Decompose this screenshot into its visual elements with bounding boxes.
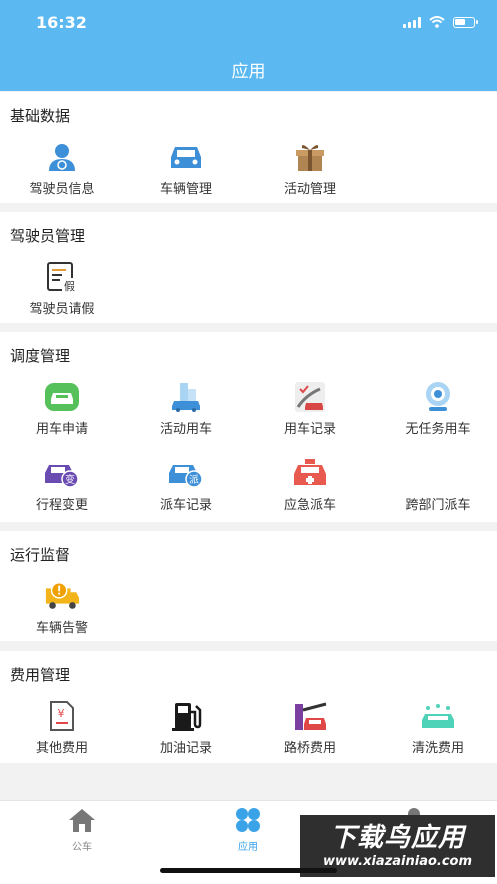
watermark-url: www.xiazainiao.com (322, 854, 473, 869)
app-cross-department[interactable]: 跨部门派车 (376, 456, 497, 513)
app-no-task-car[interactable]: 无任务用车 (376, 380, 497, 437)
watermark-title: 下载鸟应用 (329, 823, 465, 853)
app-dispatch-record[interactable]: 派 派车记录 (124, 456, 248, 513)
section-expense-management: 费用管理 ¥ 其他费用 加油记录 路桥费用 清洗费用 (0, 651, 497, 763)
app-activity-management[interactable]: 活动管理 (248, 140, 372, 197)
tab-bus[interactable]: 公车 (42, 807, 122, 853)
fee-badge: ¥ (58, 707, 65, 720)
car-icon (171, 147, 201, 168)
trip-change-badge: 变 (65, 473, 75, 486)
app-car-wash-fees[interactable]: 清洗费用 (376, 699, 497, 756)
item-label: 其他费用 (35, 741, 88, 756)
emergency-car-icon (294, 459, 326, 485)
item-label: 无任务用车 (405, 422, 471, 437)
app-vehicle-alarm[interactable]: 车辆告警 (0, 579, 124, 636)
fuel-icon (172, 703, 202, 731)
section-driver-management: 驾驶员管理 假 驾驶员请假 (0, 212, 497, 323)
item-label: 派车记录 (159, 498, 212, 513)
driver-icon (49, 144, 75, 171)
dispatch-record-icon: 派 (169, 465, 203, 488)
status-time: 16:32 (36, 13, 87, 32)
signal-icon (403, 16, 421, 28)
section-title: 费用管理 (10, 666, 71, 684)
toll-icon (295, 702, 327, 730)
section-title: 调度管理 (10, 347, 71, 365)
item-label: 行程变更 (35, 498, 88, 513)
apps-grid-icon (236, 808, 260, 832)
app-car-record[interactable]: 用车记录 (248, 380, 372, 437)
section-title: 基础数据 (10, 107, 71, 125)
item-label: 车辆告警 (35, 621, 88, 636)
section-dispatch-management: 调度管理 用车申请 活动用车 用车记录 无任务用车 变 行程变更 派 派车记录 … (0, 332, 497, 522)
tab-apps[interactable]: 应用 (208, 807, 288, 853)
app-header: 16:32 应用 (0, 0, 497, 91)
status-icons (403, 16, 478, 28)
other-fee-icon: ¥ (50, 701, 74, 731)
app-emergency-dispatch[interactable]: 应急派车 (248, 456, 372, 513)
app-car-request[interactable]: 用车申请 (0, 380, 124, 437)
camera-icon (426, 382, 450, 411)
home-indicator (160, 868, 337, 873)
tab-label: 公车 (72, 842, 92, 853)
item-label: 驾驶员请假 (29, 302, 95, 317)
app-driver-leave[interactable]: 假 驾驶员请假 (0, 260, 124, 317)
item-label: 驾驶员信息 (29, 182, 95, 197)
car-wash-icon (422, 704, 454, 728)
section-operation-monitor: 运行监督 车辆告警 (0, 531, 497, 641)
item-label: 加油记录 (159, 741, 212, 756)
app-toll-fees[interactable]: 路桥费用 (248, 699, 372, 756)
gift-box-icon (296, 144, 324, 171)
app-fuel-record[interactable]: 加油记录 (124, 699, 248, 756)
app-trip-change[interactable]: 变 行程变更 (0, 456, 124, 513)
app-driver-info[interactable]: 驾驶员信息 (0, 140, 124, 197)
item-label: 清洗费用 (411, 741, 464, 756)
item-label: 跨部门派车 (405, 498, 471, 513)
section-title: 驾驶员管理 (10, 227, 86, 245)
alarm-truck-icon (45, 582, 80, 609)
item-label: 车辆管理 (159, 182, 212, 197)
trip-change-icon: 变 (45, 465, 79, 488)
tab-label: 应用 (238, 842, 258, 853)
leave-form-icon: 假 (47, 262, 77, 293)
cross-department-icon (420, 456, 456, 490)
item-label: 应急派车 (283, 498, 336, 513)
activity-car-icon (172, 383, 200, 412)
section-basic-data: 基础数据 驾驶员信息 车辆管理 活动管理 (0, 92, 497, 203)
battery-icon (453, 16, 478, 28)
item-label: 活动用车 (159, 422, 212, 437)
wifi-icon (429, 16, 445, 28)
app-other-fees[interactable]: ¥ 其他费用 (0, 699, 124, 756)
app-vehicle-management[interactable]: 车辆管理 (124, 140, 248, 197)
page-title: 应用 (231, 62, 266, 82)
item-label: 活动管理 (283, 182, 336, 197)
dispatch-badge: 派 (189, 474, 199, 486)
item-label: 用车申请 (35, 422, 88, 437)
app-activity-car[interactable]: 活动用车 (124, 380, 248, 437)
item-label: 路桥费用 (283, 741, 336, 756)
car-record-icon (295, 382, 325, 412)
car-request-icon (45, 383, 79, 411)
section-title: 运行监督 (10, 546, 71, 564)
leave-badge: 假 (64, 279, 75, 293)
home-icon (69, 809, 95, 832)
item-label: 用车记录 (283, 422, 336, 437)
